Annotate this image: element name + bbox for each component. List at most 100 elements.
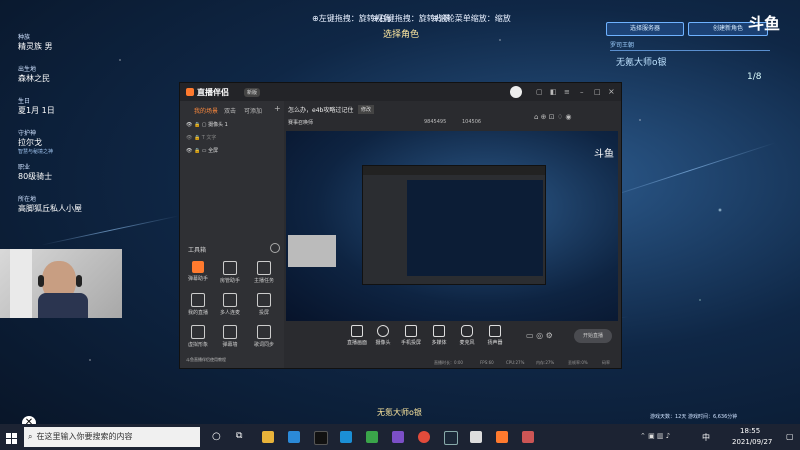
excel-icon[interactable] (366, 431, 378, 443)
page-indicator: 1/8 (747, 72, 762, 82)
minimize-icon[interactable]: – (580, 88, 584, 96)
tool-cast[interactable]: 投屏 (252, 293, 276, 316)
settings-icon[interactable]: ▢ (536, 88, 543, 96)
menu-icon[interactable]: ≡ (564, 88, 570, 96)
notification-icon[interactable]: ▢ (786, 432, 794, 441)
tool-danmu-wall[interactable]: 弹幕墙 (218, 325, 242, 348)
cast-icon (257, 293, 271, 307)
play-icon[interactable] (510, 86, 522, 98)
search-icon: ⌕ (28, 432, 33, 441)
tool-label: 弹幕墙 (222, 342, 238, 348)
tab-double-click[interactable]: 双击 (224, 106, 236, 115)
tutorial-link[interactable]: 斗鱼直播伴侣使用教程 (186, 357, 226, 363)
tool-multi-mic[interactable]: 多人连麦 (218, 293, 242, 316)
race-label: 种族 (18, 34, 31, 41)
eye-icon[interactable]: 👁 (186, 122, 192, 128)
lock-icon[interactable]: 🔒 (194, 148, 200, 154)
hint-scroll: ⊕滚轮菜单缩放：缩放 (432, 14, 511, 23)
skin-icon[interactable]: ◧ (550, 88, 557, 96)
birthplace-field: 出生地 森林之民 (18, 64, 50, 84)
mail-icon[interactable] (288, 431, 300, 443)
lock-icon[interactable]: 🔒 (194, 122, 200, 128)
select-server-button[interactable]: 选择服务器 (606, 22, 684, 36)
cortana-icon[interactable]: ○ (212, 431, 224, 443)
ctrl-mic[interactable]: 麦克风 (452, 325, 482, 346)
tab-addable[interactable]: 可添加 (244, 106, 262, 115)
edit-title-button[interactable]: 修改 (358, 105, 375, 114)
ctrl-camera[interactable]: 摄像头 (368, 325, 398, 346)
file-explorer-icon[interactable] (262, 431, 274, 443)
location-field: 所在地 高脚狐丘私人小屋 (18, 194, 82, 214)
ctrl-label: 摄像头 (375, 340, 391, 346)
taskbar-search[interactable]: ⌕ 在这里输入你要搜索的内容 (24, 427, 200, 447)
windows-start-icon[interactable] (6, 430, 18, 444)
bottom-character-name: 无氪大师o银 (377, 408, 422, 417)
maximize-icon[interactable]: □ (594, 88, 601, 96)
guardian-field: 守护神 拉尔戈 智慧与秘境之神 (18, 128, 53, 155)
tool-label: 房管助手 (219, 278, 240, 284)
status-memory: 内存:27% (536, 360, 555, 365)
window-titlebar: 直播伴侣 新版 ▢ ◧ ≡ – □ × (180, 83, 621, 101)
tool-label: 投屏 (258, 310, 269, 316)
avatar-icon (191, 325, 205, 339)
danmu-icon (192, 261, 204, 273)
guardian-value: 拉尔戈 (18, 138, 42, 147)
stream-title: 怎么办，e4b攻略过记住 (288, 107, 354, 114)
birthplace-value: 森林之民 (18, 74, 50, 83)
clock-time[interactable]: 18:55 (740, 427, 760, 435)
ctrl-media[interactable]: 多媒体 (424, 325, 454, 346)
record-icons[interactable]: ▭ ◎ ⚙ (526, 331, 553, 340)
tool-task[interactable]: 主播任务 (252, 261, 276, 284)
status-dropped: 丢帧率:0% (568, 360, 588, 365)
clock-date[interactable]: 2021/09/27 (732, 438, 772, 446)
steam-icon[interactable] (444, 431, 458, 445)
ctrl-speaker[interactable]: 扬声器 (480, 325, 510, 346)
webcam-overlay (0, 249, 122, 318)
add-scene-button[interactable]: + (274, 104, 281, 113)
search-placeholder: 在这里输入你要搜索的内容 (36, 432, 133, 441)
ctrl-label: 扬声器 (487, 340, 503, 346)
more-icon[interactable] (270, 243, 280, 253)
tray-icons[interactable]: ⌃ ▣ ▥ ♪ (640, 432, 670, 440)
start-live-button[interactable]: 开始直播 (574, 329, 612, 343)
chrome-icon[interactable] (418, 431, 430, 443)
window-action-icons[interactable]: ⌂ ⊕ ⊡ ♢ ◉ (534, 113, 571, 121)
tool-danmu[interactable]: 弹幕助手 (186, 261, 210, 282)
race-value: 精灵族 男 (18, 42, 53, 51)
toolbox-label: 工具箱 (188, 247, 207, 254)
tool-my-live[interactable]: 我的直播 (186, 293, 210, 316)
task-icon (257, 261, 271, 275)
tool-room-admin[interactable]: 房管助手 (218, 261, 242, 284)
scene-item[interactable]: 👁 🔒 T 文字 (186, 134, 216, 141)
lock-icon[interactable]: 🔒 (194, 135, 200, 141)
category-label[interactable]: 赛事召唤师 (288, 119, 313, 126)
vs-icon[interactable] (392, 431, 404, 443)
ctrl-phone-cast[interactable]: 手机投屏 (396, 325, 426, 346)
version-badge[interactable]: 新版 (244, 88, 261, 97)
scene-item[interactable]: 👁 🔒 ▭ 全屏 (186, 147, 218, 154)
task-view-icon[interactable]: ⧉ (236, 431, 248, 443)
uid-label: 9845495 (424, 119, 447, 125)
birthplace-label: 出生地 (18, 66, 37, 73)
game-icon[interactable] (470, 431, 482, 443)
scene-item[interactable]: 👁 🔒 ▢ 摄像头 1 (186, 121, 228, 128)
sticky-icon[interactable] (340, 431, 352, 443)
wall-icon (223, 325, 237, 339)
eye-icon[interactable]: 👁 (186, 135, 192, 141)
tab-my-scene[interactable]: 我的场景 (194, 106, 218, 115)
character-name[interactable]: 无氪大师o银 (616, 55, 667, 68)
watermark-logo: 斗鱼 (748, 14, 781, 33)
close-icon[interactable]: × (608, 87, 615, 96)
birthday-field: 生日 夏1月 1日 (18, 96, 55, 116)
qq-icon[interactable] (314, 431, 328, 445)
eye-icon[interactable]: 👁 (186, 148, 192, 154)
ime-indicator[interactable]: 中 (702, 432, 710, 443)
scene-item-label: 全屏 (208, 148, 219, 154)
scene-item-label: 摄像头 1 (208, 122, 228, 128)
tool-lyrics[interactable]: 歌词同步 (252, 325, 276, 348)
tool-avatar[interactable]: 虚拟形象 (186, 325, 210, 348)
live-companion-taskbar-icon[interactable] (496, 431, 508, 443)
app-icon[interactable] (522, 431, 534, 443)
race-field: 种族 精灵族 男 (18, 32, 53, 52)
location-value: 高脚狐丘私人小屋 (18, 204, 82, 213)
